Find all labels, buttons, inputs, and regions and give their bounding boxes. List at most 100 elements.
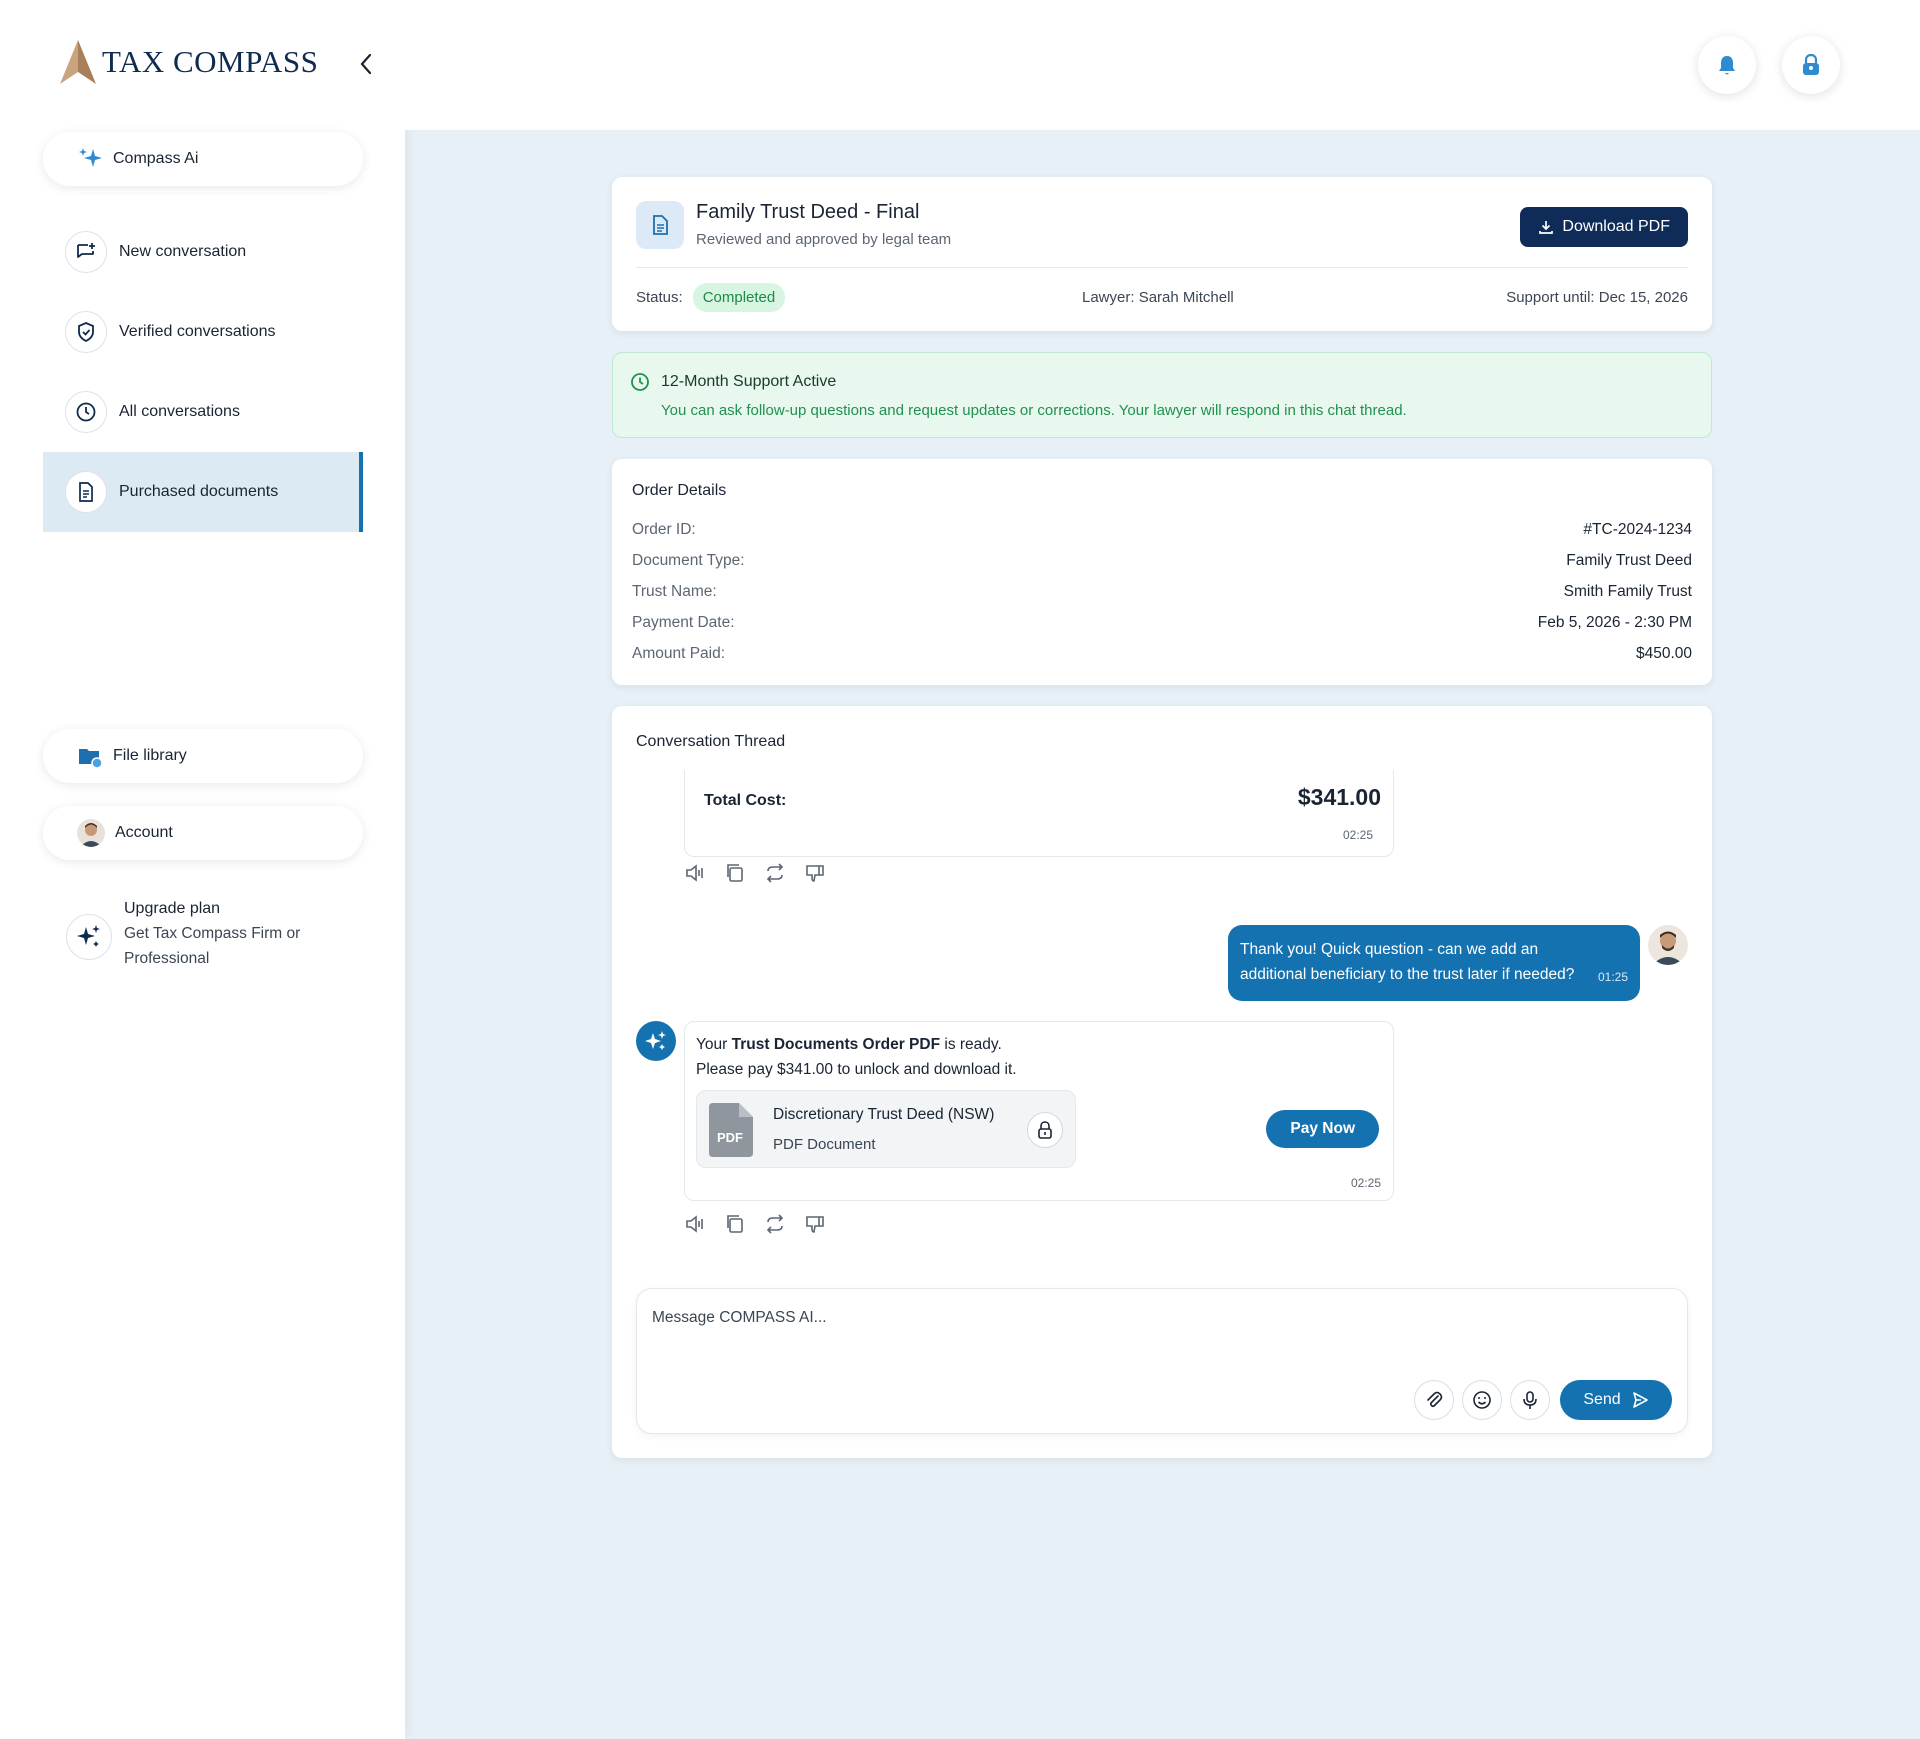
document-subtitle: Reviewed and approved by legal team [696,231,952,248]
message-time: 02:25 [1342,828,1373,842]
avatar [1648,925,1688,965]
thumbs-down-icon[interactable] [804,862,826,884]
ai-message-bold: Trust Documents Order PDF [731,1036,941,1053]
ai-message-line-2: Please pay $341.00 to unlock and downloa… [696,1061,1017,1078]
notifications-button[interactable] [1698,36,1756,94]
clock-icon [631,373,649,391]
upgrade-plan[interactable]: Upgrade plan Get Tax Compass Firm or Pro… [66,896,324,971]
chevron-left-icon [360,53,372,75]
lawyer-name: Lawyer: Sarah Mitchell [1082,288,1234,306]
order-key: Payment Date: [632,614,735,631]
message-actions [684,1213,826,1235]
ai-avatar [636,1021,676,1061]
ai-message-prefix: Your [696,1036,732,1053]
order-value: #TC-2024-1234 [1583,521,1692,538]
chat-plus-icon [65,231,107,273]
user-message-text: Thank you! Quick question - can we add a… [1240,941,1575,983]
support-banner: 12-Month Support Active You can ask foll… [612,352,1712,438]
sidebar: TAX COMPASS Compass Ai New conversation … [0,0,405,1739]
lock-icon [1803,53,1819,75]
total-cost-label: Total Cost: [704,792,787,809]
order-row: Payment Date: Feb 5, 2026 - 2:30 PM [632,614,1692,636]
order-title: Order Details [632,482,727,499]
avatar [77,819,105,847]
thumbs-down-icon[interactable] [804,1213,826,1235]
sidebar-item-all-conversations[interactable]: All conversations [43,372,363,452]
ai-message-payment: Your Trust Documents Order PDF is ready.… [684,1021,1394,1201]
support-text: You can ask follow-up questions and requ… [661,402,1407,419]
document-icon [636,201,684,249]
message-composer[interactable]: Message COMPASS AI... Send [636,1288,1688,1434]
pdf-badge: PDF [717,1130,743,1145]
clock-icon [65,391,107,433]
sparkles-icon [645,1031,666,1050]
total-cost-value: $341.00 [1297,784,1381,810]
ai-message-suffix: is ready. [940,1036,1002,1053]
order-row: Trust Name: Smith Family Trust [632,583,1692,605]
order-key: Amount Paid: [632,645,726,662]
attach-button[interactable] [1414,1380,1454,1420]
compass-ai-button[interactable]: Compass Ai [43,132,363,186]
order-value: $450.00 [1635,645,1692,662]
download-pdf-label: Download PDF [1562,218,1670,235]
voice-button[interactable] [1510,1380,1550,1420]
shield-check-icon [65,311,107,353]
file-attachment[interactable]: PDF Discretionary Trust Deed (NSW) PDF D… [696,1090,1076,1168]
speaker-icon[interactable] [684,862,706,884]
order-key: Document Type: [632,552,745,569]
smile-icon [1473,1391,1491,1409]
emoji-button[interactable] [1462,1380,1502,1420]
send-label: Send [1583,1391,1621,1408]
sidebar-item-verified-conversations[interactable]: Verified conversations [43,292,363,372]
topbar [405,0,1920,130]
message-input[interactable]: Message COMPASS AI... [652,1309,827,1327]
pay-now-button[interactable]: Pay Now [1266,1110,1379,1148]
sidebar-item-purchased-documents[interactable]: Purchased documents [43,452,363,532]
regenerate-icon[interactable] [764,862,786,884]
lock-button[interactable] [1782,36,1840,94]
sidebar-item-label: Verified conversations [119,323,276,340]
send-button[interactable]: Send [1560,1380,1672,1420]
sidebar-item-label: New conversation [119,243,247,260]
lock-icon [1027,1112,1063,1148]
thread-title: Conversation Thread [636,733,786,750]
status-label: Status: [636,288,683,306]
upgrade-title: Upgrade plan [124,900,221,917]
brand-name: TAX COMPASS [102,44,319,79]
sparkle-icon [77,146,103,172]
ai-message-total: Total Cost: $341.00 02:25 [684,770,1394,857]
compass-logo-icon [60,40,96,84]
document-card: Family Trust Deed - Final Reviewed and a… [612,177,1712,331]
download-pdf-button[interactable]: Download PDF [1520,207,1688,247]
status-row: Status: Completed Lawyer: Sarah Mitchell… [636,281,1688,313]
copy-icon[interactable] [724,1213,746,1235]
microphone-icon [1523,1391,1537,1409]
status-badge: Completed [692,282,786,312]
upgrade-subtitle: Get Tax Compass Firm or Professional [124,925,301,967]
order-key: Trust Name: [632,583,717,600]
sidebar-item-label: Purchased documents [119,483,279,500]
order-row: Amount Paid: $450.00 [632,645,1692,667]
regenerate-icon[interactable] [764,1213,786,1235]
speaker-icon[interactable] [684,1213,706,1235]
support-title: 12-Month Support Active [661,373,837,390]
collapse-sidebar-button[interactable] [350,48,382,80]
account-button[interactable]: Account [43,806,363,860]
copy-icon[interactable] [724,862,746,884]
sparkles-icon [66,914,112,960]
message-time: 01:25 [1597,970,1628,984]
sidebar-item-label: All conversations [119,403,240,420]
sidebar-item-new-conversation[interactable]: New conversation [43,212,363,292]
order-key: Order ID: [632,521,696,538]
order-details-card: Order Details Order ID: #TC-2024-1234 Do… [612,459,1712,685]
file-library-button[interactable]: File library [43,729,363,783]
ai-message-line: Your Trust Documents Order PDF is ready. [696,1036,1002,1054]
user-message: Thank you! Quick question - can we add a… [1228,925,1640,1001]
file-name: Discretionary Trust Deed (NSW) [773,1106,995,1123]
logo[interactable]: TAX COMPASS [58,38,318,86]
bell-icon [1719,56,1735,75]
account-label: Account [115,824,173,841]
message-time: 02:25 [1350,1176,1381,1190]
folder-icon [77,743,103,769]
order-value: Feb 5, 2026 - 2:30 PM [1537,614,1692,631]
